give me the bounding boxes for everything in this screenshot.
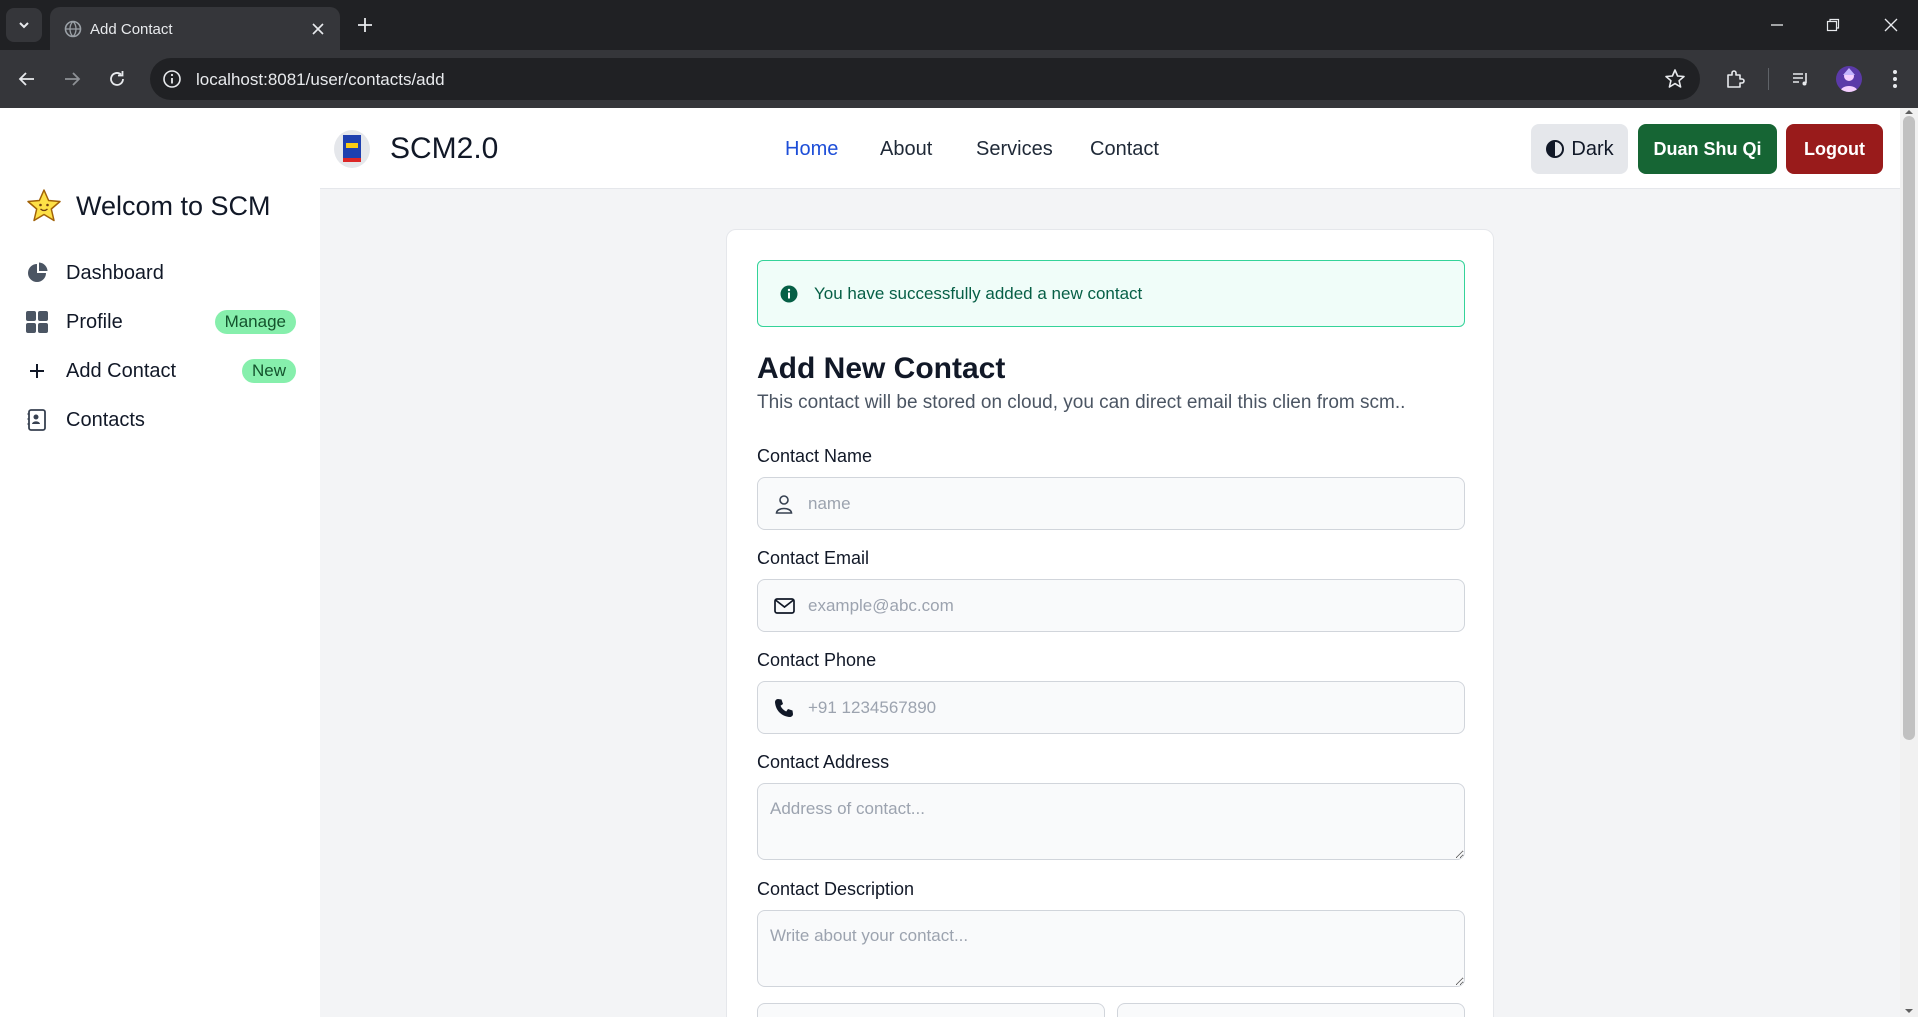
- contact-address-label: Contact Address: [757, 752, 890, 772]
- scrollbar-thumb[interactable]: [1903, 116, 1915, 740]
- book-logo-icon: [343, 135, 361, 162]
- browser-tab[interactable]: Add Contact: [50, 7, 340, 50]
- profile-avatar[interactable]: [1836, 66, 1862, 92]
- avatar-icon: [1840, 68, 1858, 92]
- logout-button[interactable]: Logout: [1786, 124, 1883, 174]
- nav-link-contact[interactable]: Contact: [1090, 138, 1159, 161]
- arrow-left-icon: [18, 72, 34, 86]
- contact-card-icon: [24, 407, 50, 433]
- contact-address-textarea[interactable]: [757, 783, 1465, 860]
- sidebar-item-add-contact[interactable]: Add Contact New: [24, 353, 296, 389]
- user-icon: [772, 492, 796, 516]
- back-button[interactable]: [12, 64, 42, 94]
- plus-icon: [358, 18, 372, 32]
- restore-window-button[interactable]: [1818, 12, 1848, 38]
- browser-menu-button[interactable]: [1882, 66, 1908, 92]
- success-alert: You have successfully added a new contac…: [757, 260, 1465, 327]
- more-vertical-icon: [1893, 70, 1897, 88]
- nav-link-about[interactable]: About: [880, 138, 932, 161]
- scroll-up-arrow-icon[interactable]: [1904, 108, 1914, 116]
- new-tab-button[interactable]: [352, 12, 378, 38]
- puzzle-icon: [1727, 70, 1745, 88]
- dark-mode-toggle[interactable]: Dark: [1531, 124, 1628, 174]
- contact-email-label: Contact Email: [757, 548, 870, 568]
- alert-message: You have successfully added a new contac…: [814, 284, 1143, 303]
- star-icon: [27, 189, 61, 222]
- partial-field-left[interactable]: [757, 1003, 1105, 1017]
- contact-name-label: Contact Name: [757, 446, 873, 466]
- info-circle-icon: [780, 285, 798, 303]
- sidebar: Welcom to SCM Dashboard Profile Manage A…: [0, 108, 320, 1017]
- reload-icon: [110, 71, 124, 86]
- partial-field-right[interactable]: [1117, 1003, 1465, 1017]
- form-subtitle: This contact will be stored on cloud, yo…: [757, 392, 1406, 413]
- contrast-icon: [1546, 140, 1565, 158]
- contact-description-textarea[interactable]: [757, 910, 1465, 987]
- url-text[interactable]: localhost:8081/user/contacts/add: [196, 70, 445, 90]
- address-bar[interactable]: localhost:8081/user/contacts/add: [150, 58, 1700, 100]
- phone-icon: [772, 696, 796, 720]
- page-scrollbar[interactable]: [1900, 108, 1918, 1017]
- add-contact-card: You have successfully added a new contac…: [726, 229, 1494, 1017]
- extensions-button[interactable]: [1722, 66, 1748, 92]
- contact-email-field[interactable]: [757, 579, 1465, 632]
- nav-link-home[interactable]: Home: [785, 138, 838, 161]
- contact-phone-field[interactable]: [757, 681, 1465, 734]
- grid-icon: [24, 309, 50, 335]
- close-window-button[interactable]: [1876, 12, 1906, 38]
- arrow-right-icon: [65, 72, 81, 86]
- close-icon: [1884, 18, 1898, 32]
- scroll-down-arrow-icon[interactable]: [1904, 1007, 1914, 1015]
- contact-name-input[interactable]: [808, 478, 1448, 529]
- restore-icon: [1826, 18, 1840, 32]
- sidebar-item-label: Profile: [66, 310, 123, 333]
- playlist-icon: [1793, 73, 1807, 86]
- sidebar-item-profile[interactable]: Profile Manage: [24, 304, 296, 340]
- user-name-button[interactable]: Duan Shu Qi: [1638, 124, 1777, 174]
- app-logo[interactable]: [334, 130, 370, 168]
- media-control-button[interactable]: [1788, 66, 1814, 92]
- browser-toolbar: localhost:8081/user/contacts/add: [0, 50, 1918, 108]
- info-icon[interactable]: [162, 69, 182, 89]
- reload-button[interactable]: [102, 64, 132, 94]
- welcome-title: Welcom to SCM: [76, 190, 271, 221]
- toolbar-divider: [1768, 68, 1769, 90]
- browser-tab-bar: Add Contact: [0, 0, 1918, 50]
- sidebar-item-contacts[interactable]: Contacts: [24, 402, 296, 438]
- contact-phone-label: Contact Phone: [757, 650, 877, 670]
- sidebar-item-label: Add Contact: [66, 359, 177, 382]
- dark-mode-label: Dark: [1571, 137, 1614, 160]
- contact-name-field[interactable]: [757, 477, 1465, 530]
- plus-icon: [24, 358, 50, 384]
- contact-email-input[interactable]: [808, 580, 1448, 631]
- pie-chart-icon: [24, 260, 50, 286]
- sidebar-item-dashboard[interactable]: Dashboard: [24, 255, 296, 291]
- close-tab-icon[interactable]: [308, 19, 328, 39]
- envelope-icon: [772, 594, 796, 618]
- minimize-window-button[interactable]: [1762, 12, 1792, 38]
- top-navbar: SCM2.0 Home About Services Contact Dark …: [320, 108, 1900, 189]
- sidebar-item-label: Dashboard: [66, 261, 164, 284]
- manage-badge: Manage: [214, 310, 296, 334]
- chevron-down-icon: [19, 22, 29, 29]
- minimize-icon: [1771, 24, 1783, 26]
- nav-link-services[interactable]: Services: [976, 138, 1053, 161]
- tab-search-button[interactable]: [6, 8, 42, 42]
- page: Welcom to SCM Dashboard Profile Manage A…: [0, 108, 1900, 1017]
- bookmark-star-icon[interactable]: [1664, 68, 1686, 90]
- tab-title: Add Contact: [90, 21, 173, 38]
- globe-icon: [64, 20, 82, 38]
- sidebar-welcome: Welcom to SCM: [26, 188, 271, 224]
- sidebar-item-label: Contacts: [66, 408, 145, 431]
- forward-button[interactable]: [57, 64, 87, 94]
- contact-description-label: Contact Description: [757, 879, 915, 899]
- new-badge: New: [241, 359, 296, 383]
- contact-phone-input[interactable]: [808, 682, 1448, 733]
- form-title: Add New Contact: [757, 352, 1006, 385]
- brand-name[interactable]: SCM2.0: [390, 132, 498, 166]
